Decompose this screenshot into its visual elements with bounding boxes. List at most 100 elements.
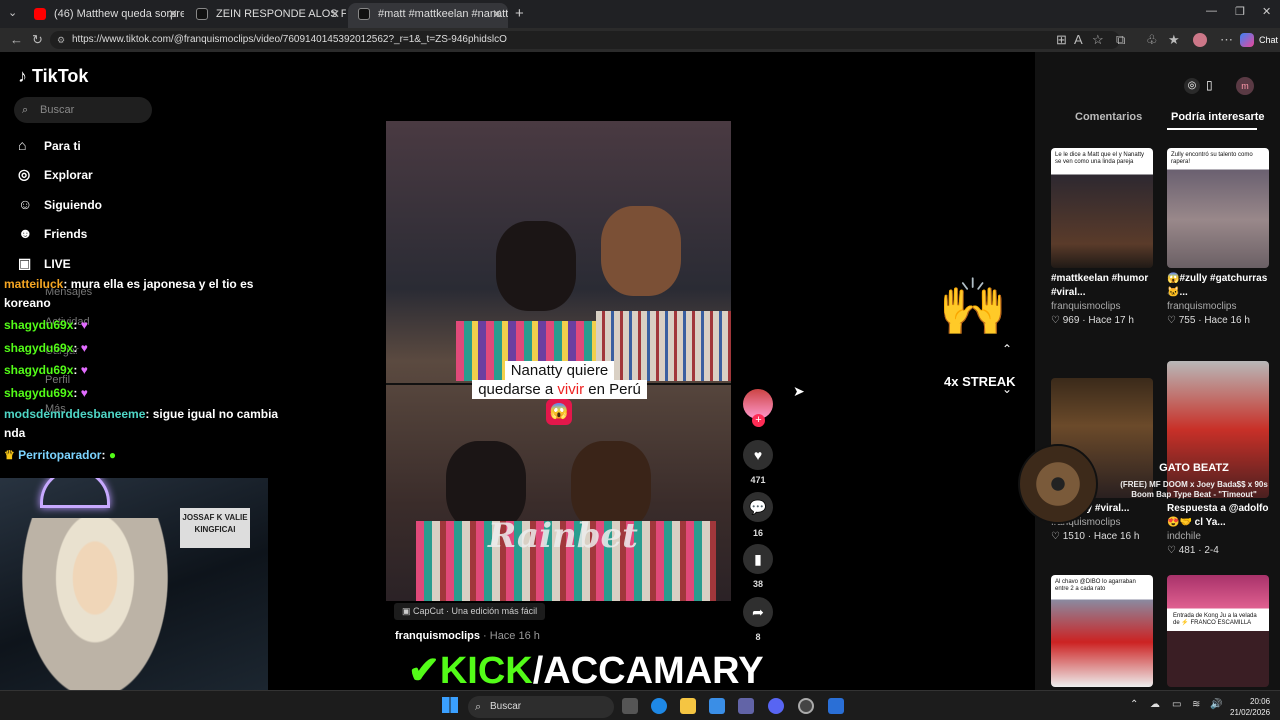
settings-icon[interactable]: [828, 698, 844, 714]
chat-text: koreano: [4, 296, 51, 310]
chat-message: shagydu69x: ♥: [4, 341, 88, 355]
chat-message: ♛ Perritoparador: ●: [4, 448, 116, 462]
video-thumbnail: Le le dice a Matt que el y Nanatty se ve…: [1051, 148, 1153, 268]
edge-icon[interactable]: [651, 698, 667, 714]
url-field[interactable]: ⚙ https://www.tiktok.com/@franquismoclip…: [50, 31, 1120, 49]
close-icon[interactable]: ✕: [492, 3, 502, 25]
search-placeholder: Buscar: [40, 104, 75, 116]
youtube-icon: [34, 8, 46, 20]
windows-start-icon[interactable]: [442, 697, 458, 713]
tab-youtube[interactable]: (46) Matthew queda sorprendido ✕: [24, 3, 184, 28]
tab-podria-interesarte[interactable]: Podría interesarte: [1171, 111, 1265, 123]
compass-icon[interactable]: ◎: [1184, 78, 1200, 94]
teams-icon[interactable]: [738, 698, 754, 714]
chat-username: matteiluck: [4, 277, 64, 291]
taskbar-search[interactable]: ⌕ Buscar: [468, 696, 614, 718]
video-thumbnail: Entrada de Kong Ju a la velada de ⚡ FRAN…: [1167, 575, 1269, 687]
caption-line: quedarse a vivir en Perú: [472, 380, 647, 399]
clock-date: 21/02/2026: [1230, 708, 1271, 717]
tab-tiktok-zein[interactable]: ZEIN RESPONDE ALOS FRACASAD ✕: [186, 3, 346, 28]
wifi-icon[interactable]: ≋: [1192, 699, 1200, 710]
more-menu-icon[interactable]: ⋯: [1220, 32, 1233, 48]
new-tab-button[interactable]: +: [515, 5, 524, 22]
chat-button[interactable]: Chat: [1259, 35, 1278, 45]
recommended-video-card[interactable]: Zully encontró su talento como rapera! 😱…: [1167, 148, 1269, 328]
sidebar-item-live[interactable]: ▣ LIVE: [18, 255, 71, 277]
video-author[interactable]: franquismoclips · Hace 16 h: [395, 630, 540, 642]
minimize-button[interactable]: —: [1206, 5, 1217, 17]
kick-check-icon: ✔: [408, 650, 440, 692]
chevron-up-icon[interactable]: ⌃: [1130, 699, 1138, 710]
chat-message: modsdemrddesbaneeme: sigue igual no camb…: [4, 407, 278, 421]
tiktok-logo[interactable]: ♪ TikTok: [18, 66, 88, 87]
sidebar-item-friends[interactable]: ☻ Friends: [18, 225, 87, 247]
close-icon[interactable]: ✕: [168, 3, 178, 25]
user-follow-icon: ☺: [18, 196, 33, 212]
caption-part: en Perú: [584, 381, 641, 398]
chat-text: :: [73, 318, 78, 332]
favorites-bar-icon[interactable]: ★: [1168, 32, 1180, 48]
tab-tiktok-matt[interactable]: #matt #mattkeelan #nanatty ✕: [348, 3, 508, 28]
translate-icon[interactable]: A: [1074, 32, 1083, 47]
author-name[interactable]: franquismoclips: [395, 630, 480, 642]
profile-avatar[interactable]: [1193, 33, 1207, 47]
share-button[interactable]: ➦: [743, 597, 773, 627]
taskbar-clock[interactable]: 20:06 21/02/2026: [1230, 696, 1270, 718]
close-window-button[interactable]: ✕: [1262, 5, 1271, 18]
avatar[interactable]: m: [1236, 77, 1254, 95]
sidebar-item-explorar[interactable]: ◎ Explorar: [18, 166, 93, 188]
capcut-badge[interactable]: ▣ CapCut · Una edición más fácil: [394, 603, 546, 620]
collections-icon[interactable]: ♧: [1146, 32, 1158, 48]
taskbar: [0, 690, 1280, 720]
chevron-down-icon[interactable]: ⌄: [1002, 382, 1012, 396]
close-icon[interactable]: ✕: [330, 3, 340, 25]
tray-app-icon[interactable]: ☁: [1150, 699, 1160, 710]
volume-icon[interactable]: 🔊: [1210, 699, 1222, 710]
site-info-icon[interactable]: ⚙: [57, 31, 65, 49]
obs-icon[interactable]: [798, 698, 814, 714]
nav-label: Friends: [44, 227, 88, 241]
tiktok-icon: [196, 8, 208, 20]
like-button[interactable]: ♥: [743, 440, 773, 470]
card-title: #mattkeelan #humor #viral...: [1051, 273, 1149, 298]
chat-text: : mura ella es japonesa y el tio es: [63, 277, 254, 291]
store-icon[interactable]: [709, 698, 725, 714]
task-view-icon[interactable]: [622, 698, 638, 714]
maximize-button[interactable]: ❐: [1235, 5, 1245, 18]
video-figure: [601, 206, 681, 296]
reload-icon[interactable]: ↻: [32, 32, 43, 48]
chat-message: nda: [4, 426, 25, 440]
chat-message: matteiluck: mura ella es japonesa y el t…: [4, 277, 253, 291]
device-icon[interactable]: ▯: [1206, 78, 1213, 92]
comment-button[interactable]: 💬: [743, 492, 773, 522]
sidebar-item-siguiendo[interactable]: ☺ Siguiendo: [18, 196, 102, 218]
share-icon: ➦: [752, 604, 764, 620]
battery-icon[interactable]: ▭: [1172, 699, 1181, 710]
favorite-icon[interactable]: ☆: [1092, 32, 1104, 48]
copilot-icon[interactable]: [1240, 33, 1254, 47]
heart-icon: ♥: [753, 447, 763, 463]
crown-icon: ♛: [4, 448, 15, 462]
chevron-up-icon[interactable]: ⌃: [1002, 342, 1012, 356]
search-input[interactable]: ⌕ Buscar: [14, 97, 152, 123]
recommended-video-card[interactable]: Al chavo @DIBO lo agarraban entre 2 a ca…: [1051, 575, 1153, 687]
nav-label: Para ti: [44, 139, 81, 153]
extensions-icon[interactable]: ⧉: [1116, 32, 1125, 48]
tab-list-icon[interactable]: ⌄: [8, 6, 17, 19]
file-explorer-icon[interactable]: [680, 698, 696, 714]
tab-comentarios[interactable]: Comentarios: [1075, 111, 1142, 123]
app-icon[interactable]: ⊞: [1056, 32, 1067, 48]
bookmark-icon: ▮: [754, 551, 762, 567]
sidebar-item-para-ti[interactable]: ⌂ Para ti: [18, 137, 81, 159]
save-button[interactable]: ▮: [743, 544, 773, 574]
back-icon[interactable]: ←: [10, 32, 23, 47]
save-count: 38: [752, 579, 763, 589]
recommended-video-card[interactable]: Entrada de Kong Ju a la velada de ⚡ FRAN…: [1167, 575, 1269, 687]
music-artist: GATO BEATZ: [1159, 462, 1229, 474]
recommended-video-card[interactable]: Le le dice a Matt que el y Nanatty se ve…: [1051, 148, 1153, 328]
follow-plus-icon[interactable]: +: [752, 414, 765, 427]
wall-sign: JOSSAF K VALIE KINGFICAI: [180, 508, 250, 548]
streamer-image: [10, 518, 180, 690]
discord-icon[interactable]: [768, 698, 784, 714]
clapping-hands-icon: 🙌: [938, 275, 1008, 338]
